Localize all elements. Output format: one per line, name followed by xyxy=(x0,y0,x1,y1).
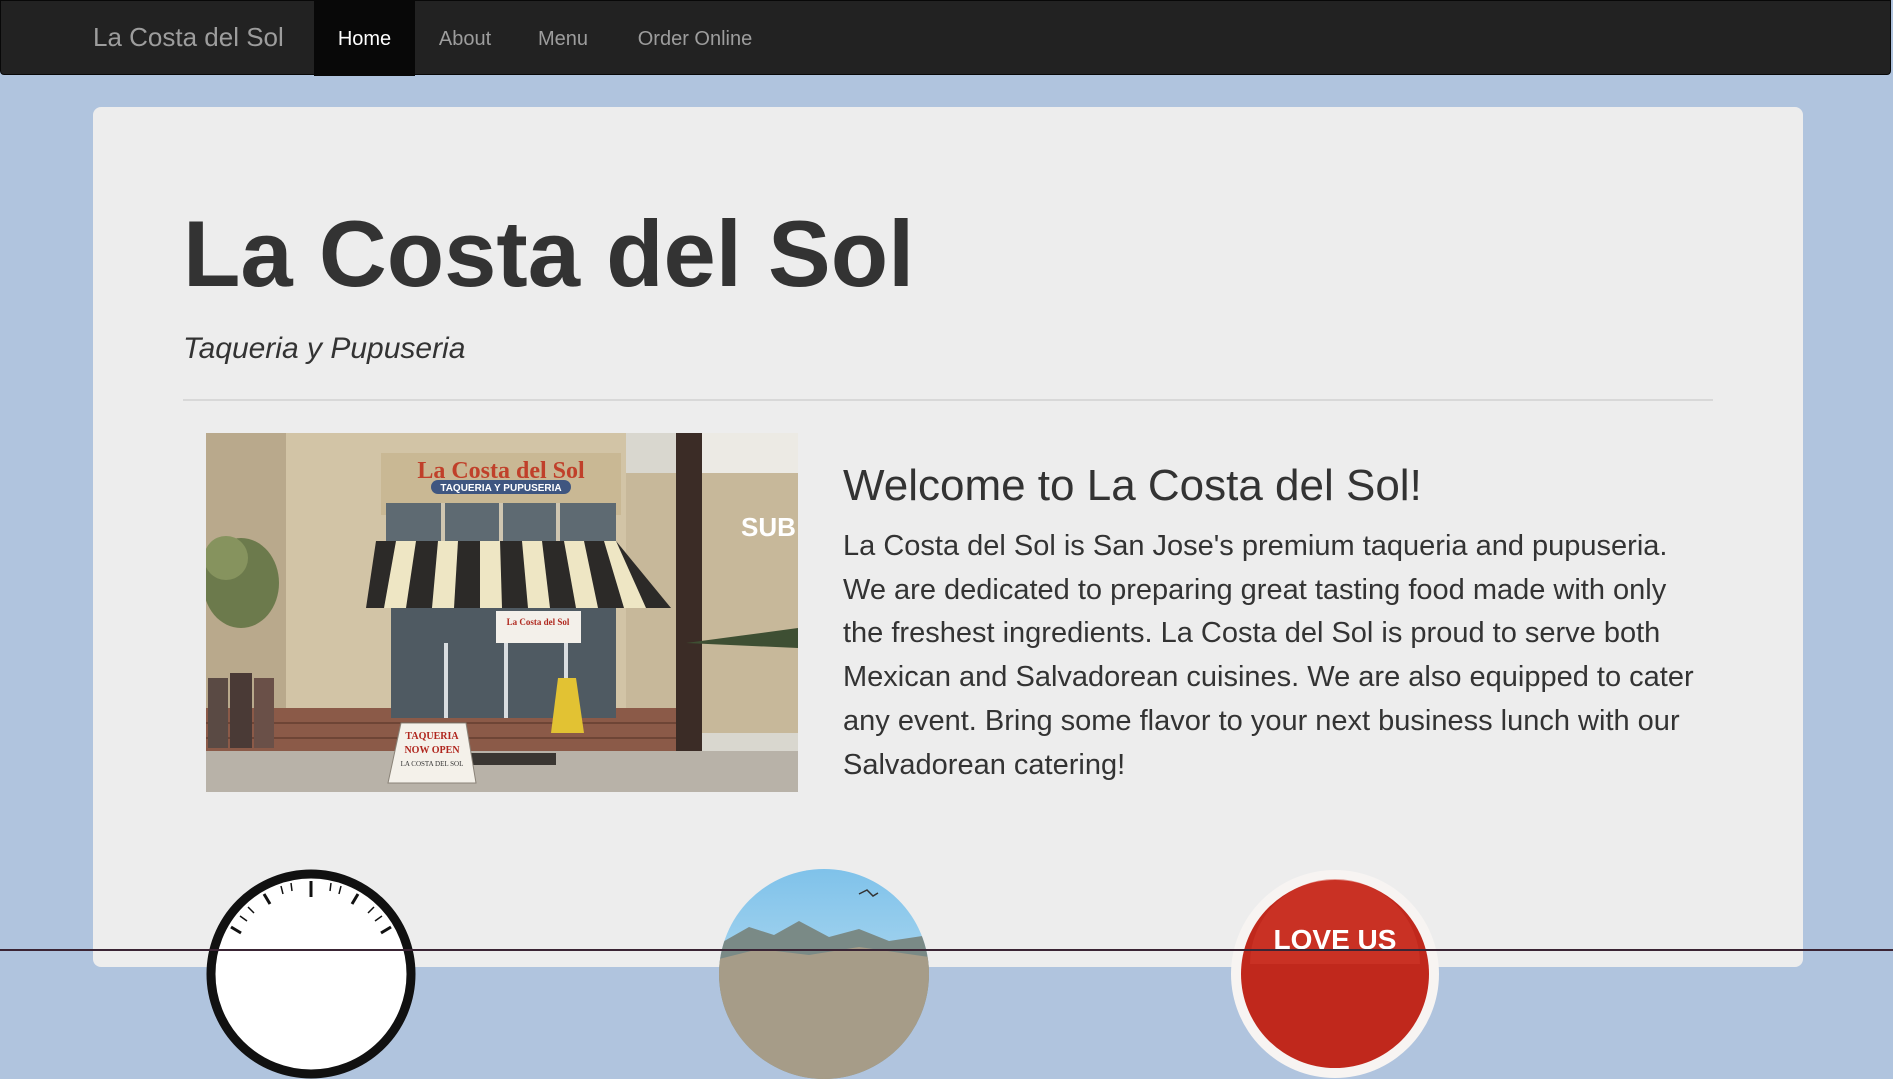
nav-item-order-online[interactable]: Order Online xyxy=(611,1,779,76)
navbar-brand[interactable]: La Costa del Sol xyxy=(93,22,284,53)
location-photo-icon[interactable] xyxy=(719,869,929,1079)
page-title: La Costa del Sol xyxy=(183,201,915,306)
page-subtitle: Taqueria y Pupuseria xyxy=(183,332,466,365)
divider xyxy=(183,399,1713,401)
love-us-badge-icon[interactable]: LOVE US xyxy=(1230,869,1440,1079)
top-navbar: La Costa del Sol Home About Menu Order O… xyxy=(0,0,1891,76)
jumbotron: La Costa del Sol Taqueria y Pupuseria La… xyxy=(93,107,1803,1079)
nav-item-home[interactable]: Home xyxy=(314,1,415,76)
store-banner-text: TAQUERIA Y PUPUSERIA xyxy=(440,483,561,494)
neighbor-sign-text: SUB xyxy=(741,512,796,542)
welcome-heading: Welcome to La Costa del Sol! xyxy=(843,461,1422,510)
sandwich-board-line-1: TAQUERIA xyxy=(405,731,459,742)
nav-item-about[interactable]: About xyxy=(415,1,515,76)
door-sign-text: La Costa del Sol xyxy=(507,617,570,627)
sandwich-board-line-2: NOW OPEN xyxy=(404,745,460,756)
clock-icon[interactable] xyxy=(206,869,416,1079)
storefront-photo: La Costa del Sol TAQUERIA Y PUPUSERIA La… xyxy=(206,433,798,792)
welcome-paragraph: La Costa del Sol is San Jose's premium t… xyxy=(843,530,1694,781)
nav-item-menu[interactable]: Menu xyxy=(515,1,611,76)
sandwich-board-line-3: LA COSTA DEL SOL xyxy=(401,760,464,768)
